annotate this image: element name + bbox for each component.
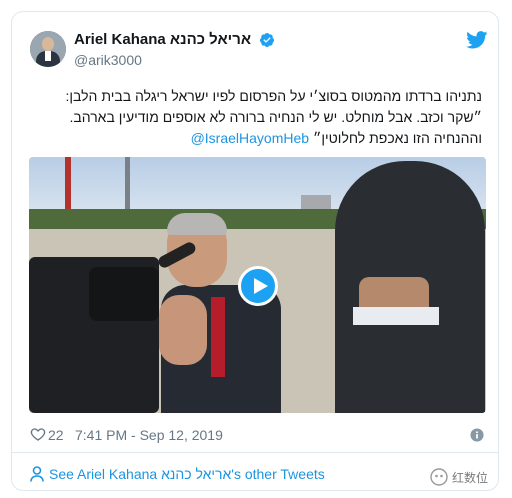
video-hand (159, 295, 207, 365)
watermark: 红数位 (430, 466, 500, 488)
play-button[interactable] (238, 266, 278, 306)
like-count: 22 (48, 427, 64, 443)
twitter-logo-icon[interactable] (466, 31, 488, 49)
other-tweets-link[interactable]: See Ariel Kahana אריאל כהנא's other Twee… (49, 466, 325, 482)
info-icon[interactable] (470, 428, 484, 442)
heart-icon[interactable] (30, 426, 46, 442)
video-speaker-hair (167, 213, 227, 235)
watermark-logo-icon (430, 468, 448, 486)
divider (12, 452, 498, 453)
video-camera-lens (89, 267, 159, 321)
play-icon (254, 278, 268, 294)
verified-icon (259, 33, 274, 47)
video-tie (211, 297, 225, 377)
video-person-collar (353, 307, 439, 325)
video-tower (125, 157, 130, 217)
person-icon (30, 466, 44, 482)
mention-link[interactable]: @IsraelHayomHeb (191, 130, 309, 146)
tweet-text: נתניהו ברדתו מהמטוס בסוצ׳י על הפרסום לפי… (30, 86, 482, 149)
tweet-text-line-2: ״שקר וכזב. אבל מוחלט. יש לי הנחיה ברורה … (69, 109, 482, 125)
timestamp[interactable]: 7:41 PM - Sep 12, 2019 (75, 427, 223, 443)
avatar[interactable] (30, 31, 66, 67)
tweet-text-line-3-text: וההנחיה הזו נאכפת לחלוטין״ (312, 130, 482, 146)
video-player[interactable] (29, 157, 486, 413)
avatar-shirt (45, 51, 51, 61)
tweet-text-line-1: נתניהו ברדתו מהמטוס בסוצ׳י על הפרסום לפי… (65, 88, 482, 104)
author-handle[interactable]: @arik3000 (74, 52, 142, 68)
watermark-text: 红数位 (452, 471, 489, 485)
tweet-text-line-3: וההנחיה הזו נאכפת לחלוטין״ @IsraelHayomH… (30, 128, 482, 149)
tweet-card: Ariel Kahana אריאל כהנא @arik3000 נתניהו… (11, 11, 499, 491)
author-display-name[interactable]: Ariel Kahana אריאל כהנא (74, 31, 251, 48)
avatar-head (42, 37, 54, 51)
